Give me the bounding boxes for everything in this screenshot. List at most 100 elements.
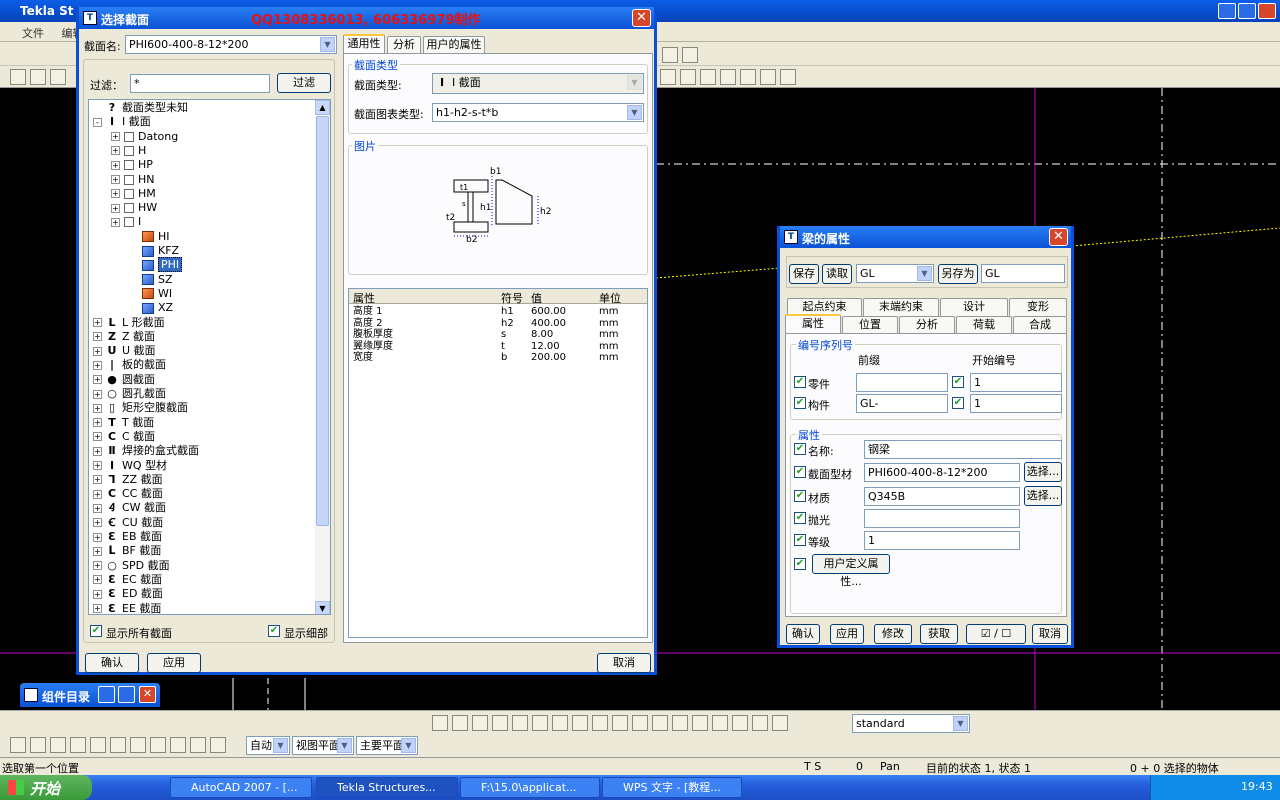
- expand-toggle-icon[interactable]: +: [93, 475, 102, 485]
- toolbar-icon[interactable]: [682, 47, 698, 63]
- tree-item[interactable]: + L L 形截面: [93, 316, 165, 330]
- udf-checkbox[interactable]: ✔: [794, 558, 806, 570]
- snap-icon[interactable]: [150, 737, 166, 753]
- preset-select[interactable]: GL ▼: [856, 264, 934, 283]
- expand-toggle-icon[interactable]: +: [93, 418, 102, 428]
- load-button[interactable]: 读取: [822, 264, 852, 284]
- tree-item[interactable]: + ▯ 矩形空腹截面: [93, 401, 188, 415]
- tree-item[interactable]: + ● 圆截面: [93, 373, 155, 387]
- expand-toggle-icon[interactable]: +: [111, 189, 120, 199]
- assembly-checkbox[interactable]: ✔: [794, 397, 806, 409]
- cancel-button[interactable]: 取消: [1032, 624, 1068, 644]
- profile-checkbox[interactable]: ✔: [794, 466, 806, 478]
- tree-item[interactable]: + ○ 圆孔截面: [93, 387, 166, 401]
- property-row[interactable]: 腹板厚度 s 8.00 mm: [349, 329, 647, 341]
- profile-select-button[interactable]: 选择...: [1024, 462, 1062, 482]
- expand-toggle-icon[interactable]: +: [111, 146, 120, 156]
- toggle-all-button[interactable]: ☑ / ☐: [966, 624, 1026, 644]
- select-switch-icon[interactable]: [752, 715, 768, 731]
- tree-item[interactable]: + Ɛ ED 截面: [93, 587, 163, 601]
- show-all-checkbox[interactable]: ✔: [90, 625, 102, 637]
- select-switch-icon[interactable]: [672, 715, 688, 731]
- snap-icon[interactable]: [130, 737, 146, 753]
- expand-toggle-icon[interactable]: +: [93, 446, 102, 456]
- section-name-select[interactable]: PHI600-400-8-12*200 ▼: [125, 35, 337, 54]
- modify-button[interactable]: 修改: [874, 624, 912, 644]
- maximize-button[interactable]: [118, 686, 135, 703]
- select-switch-icon[interactable]: [472, 715, 488, 731]
- select-switch-icon[interactable]: [452, 715, 468, 731]
- plane-select[interactable]: 视图平面 ▼: [292, 736, 354, 755]
- snap-icon[interactable]: [170, 737, 186, 753]
- expand-toggle-icon[interactable]: +: [93, 432, 102, 442]
- profile-input[interactable]: PHI600-400-8-12*200: [864, 463, 1020, 482]
- part-checkbox[interactable]: ✔: [794, 376, 806, 388]
- tree-item[interactable]: -I I 截面: [93, 115, 151, 129]
- start-button[interactable]: 开始: [0, 775, 92, 800]
- name-input[interactable]: 钢梁: [864, 440, 1062, 459]
- tree-item[interactable]: + Ɛ EB 截面: [93, 530, 162, 544]
- expand-toggle-icon[interactable]: +: [111, 175, 120, 184]
- assembly-prefix-input[interactable]: GL-: [856, 394, 948, 413]
- select-switch-icon[interactable]: [552, 715, 568, 731]
- property-row[interactable]: 宽度 b 200.00 mm: [349, 352, 647, 364]
- expand-toggle-icon[interactable]: +: [93, 546, 102, 556]
- expand-toggle-icon[interactable]: -: [93, 117, 102, 127]
- select-switch-icon[interactable]: [632, 715, 648, 731]
- part-prefix-input[interactable]: [856, 373, 948, 392]
- tree-scrollbar[interactable]: ▲ ▼: [315, 100, 330, 614]
- property-row[interactable]: 高度 2 h2 400.00 mm: [349, 318, 647, 330]
- save-as-button[interactable]: 另存为: [938, 264, 978, 284]
- property-row[interactable]: 高度 1 h1 600.00 mm: [349, 306, 647, 318]
- name-checkbox[interactable]: ✔: [794, 443, 806, 455]
- tree-item[interactable]: + Ɛ EC 截面: [93, 573, 162, 587]
- tree-item[interactable]: + U U 截面: [93, 344, 156, 358]
- select-switch-icon[interactable]: [432, 715, 448, 731]
- tab-loads[interactable]: 荷载: [956, 316, 1012, 334]
- select-switch-icon[interactable]: [692, 715, 708, 731]
- taskbar-autocad[interactable]: AutoCAD 2007 - [...: [170, 777, 312, 798]
- depth-select[interactable]: 自动 ▼: [246, 736, 290, 755]
- class-input[interactable]: 1: [864, 531, 1020, 550]
- expand-toggle-icon[interactable]: +: [111, 160, 120, 170]
- apply-button[interactable]: 应用: [830, 624, 864, 644]
- tab-general[interactable]: 通用性: [343, 34, 385, 54]
- tree-item[interactable]: + ᒪ BF 截面: [93, 544, 161, 558]
- tab-design[interactable]: 设计: [940, 298, 1008, 316]
- expand-toggle-icon[interactable]: +: [111, 217, 120, 227]
- expand-toggle-icon[interactable]: +: [93, 575, 102, 585]
- close-icon[interactable]: ✕: [1049, 228, 1068, 246]
- snap-icon[interactable]: [70, 737, 86, 753]
- toolbar-icon[interactable]: [680, 69, 696, 85]
- filter-button[interactable]: 过滤: [277, 73, 331, 93]
- snap-icon[interactable]: [210, 737, 226, 753]
- expand-toggle-icon[interactable]: +: [93, 375, 102, 385]
- assembly-start-input[interactable]: 1: [970, 394, 1062, 413]
- toolbar-icon[interactable]: [780, 69, 796, 85]
- expand-toggle-icon[interactable]: +: [93, 604, 102, 613]
- main-plane-select[interactable]: 主要平面 ▼: [356, 736, 418, 755]
- tree-item[interactable]: HI: [129, 230, 170, 244]
- expand-toggle-icon[interactable]: +: [93, 332, 102, 342]
- expand-toggle-icon[interactable]: +: [93, 403, 102, 413]
- part-start-checkbox[interactable]: ✔: [952, 376, 964, 388]
- part-start-input[interactable]: 1: [970, 373, 1062, 392]
- tree-item[interactable]: + ○ SPD 截面: [93, 559, 170, 573]
- select-switch-icon[interactable]: [612, 715, 628, 731]
- expand-toggle-icon[interactable]: +: [93, 532, 102, 542]
- toolbar-icon[interactable]: [760, 69, 776, 85]
- select-switch-icon[interactable]: [712, 715, 728, 731]
- tree-item[interactable]: + Ⅰ WQ 型材: [93, 459, 167, 473]
- class-checkbox[interactable]: ✔: [794, 534, 806, 546]
- tree-item[interactable]: XZ: [129, 301, 173, 315]
- open-icon[interactable]: [30, 69, 46, 85]
- tree-item[interactable]: SZ: [129, 273, 173, 287]
- scroll-down-icon[interactable]: ▼: [315, 601, 330, 614]
- scroll-up-icon[interactable]: ▲: [315, 100, 330, 115]
- tree-item[interactable]: + HW: [111, 201, 157, 215]
- tree-item[interactable]: PHI: [129, 257, 183, 273]
- tree-item[interactable]: + H: [111, 144, 146, 158]
- ok-button[interactable]: 确认: [85, 653, 139, 673]
- globe-icon[interactable]: [720, 69, 736, 85]
- select-switch-icon[interactable]: [512, 715, 528, 731]
